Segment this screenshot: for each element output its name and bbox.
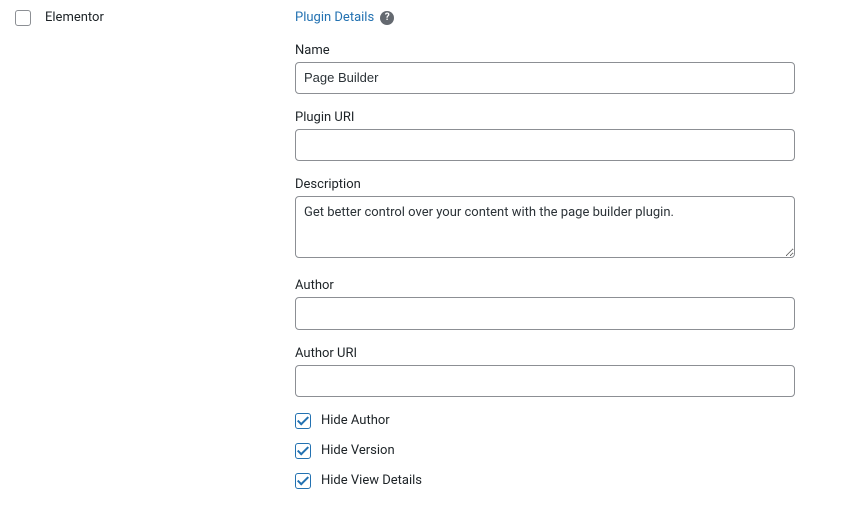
hide-author-checkbox[interactable] bbox=[295, 413, 311, 429]
author-uri-field-group: Author URI bbox=[295, 346, 795, 397]
section-header: Plugin Details ? bbox=[295, 10, 795, 25]
plugin-title-cell: Elementor bbox=[45, 10, 295, 25]
hide-view-details-label[interactable]: Hide View Details bbox=[321, 473, 422, 488]
author-uri-input[interactable] bbox=[295, 365, 795, 397]
plugin-uri-input[interactable] bbox=[295, 129, 795, 161]
name-input[interactable] bbox=[295, 62, 795, 94]
row-select-checkbox[interactable] bbox=[15, 10, 31, 26]
row-select-cell bbox=[15, 10, 45, 30]
author-uri-label: Author URI bbox=[295, 346, 795, 361]
plugin-uri-label: Plugin URI bbox=[295, 110, 795, 125]
hide-view-details-checkbox[interactable] bbox=[295, 473, 311, 489]
hide-author-label[interactable]: Hide Author bbox=[321, 413, 390, 428]
author-field-group: Author bbox=[295, 278, 795, 329]
plugin-uri-field-group: Plugin URI bbox=[295, 110, 795, 161]
name-label: Name bbox=[295, 43, 795, 58]
plugin-name: Elementor bbox=[45, 10, 104, 25]
hide-version-checkbox[interactable] bbox=[295, 443, 311, 459]
author-label: Author bbox=[295, 278, 795, 293]
description-field-group: Description bbox=[295, 177, 795, 262]
hide-author-group: Hide Author bbox=[295, 413, 795, 429]
plugin-details-toggle[interactable]: Plugin Details bbox=[295, 10, 374, 25]
hide-version-label[interactable]: Hide Version bbox=[321, 443, 395, 458]
description-label: Description bbox=[295, 177, 795, 192]
description-textarea[interactable] bbox=[295, 196, 795, 258]
hide-view-details-group: Hide View Details bbox=[295, 473, 795, 489]
plugin-row: Elementor Plugin Details ? Name Plugin U… bbox=[15, 10, 838, 503]
author-input[interactable] bbox=[295, 297, 795, 329]
help-icon[interactable]: ? bbox=[380, 11, 394, 25]
plugin-details-cell: Plugin Details ? Name Plugin URI Descrip… bbox=[295, 10, 795, 503]
hide-version-group: Hide Version bbox=[295, 443, 795, 459]
name-field-group: Name bbox=[295, 43, 795, 94]
